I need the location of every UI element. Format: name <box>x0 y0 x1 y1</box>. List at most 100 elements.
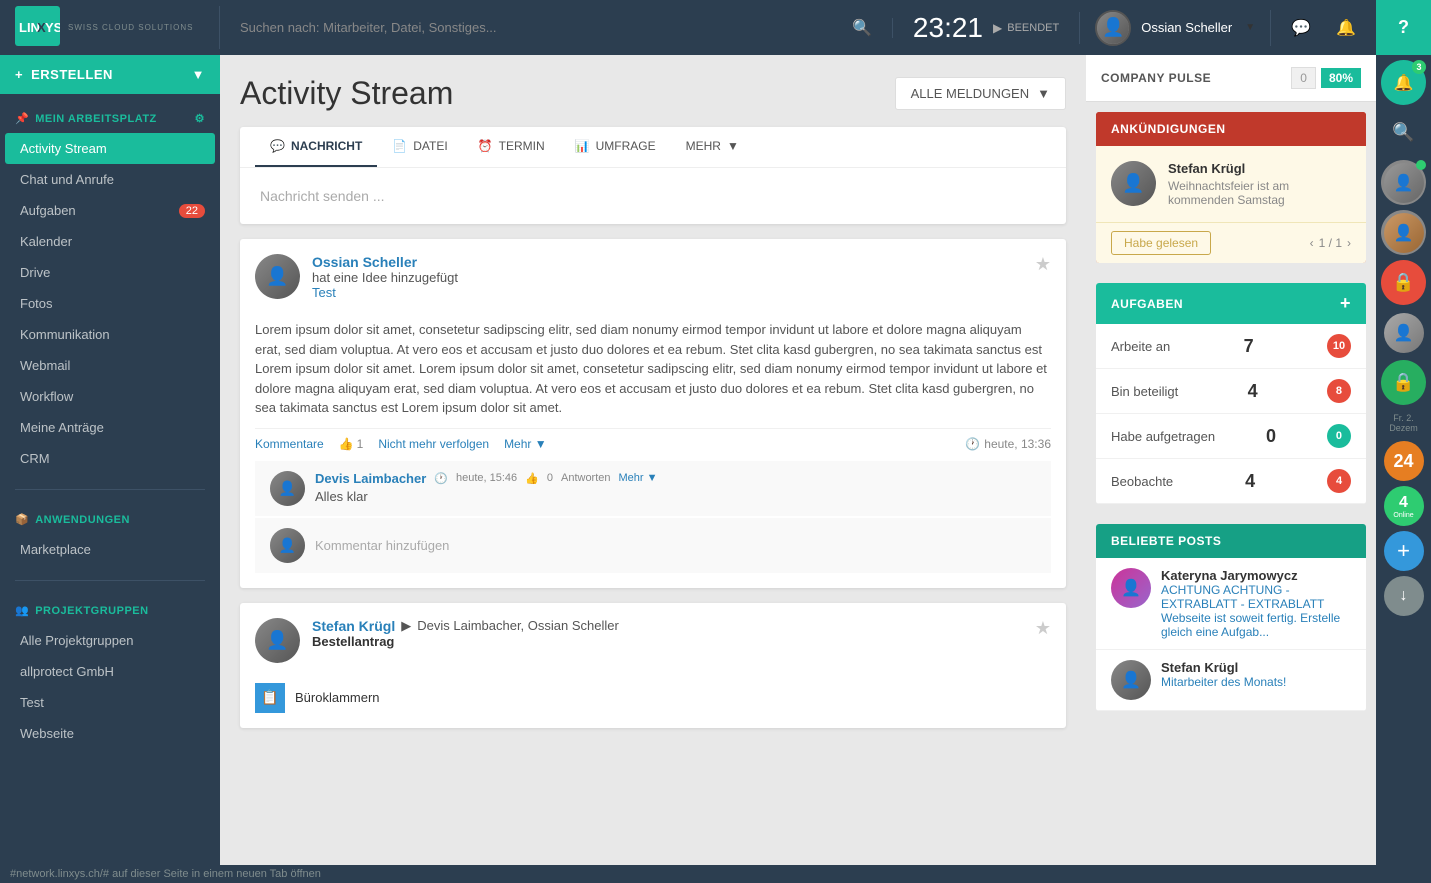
topnav-icons: 💬 🔔 <box>1271 13 1376 43</box>
sidebar-item-chat[interactable]: Chat und Anrufe <box>0 164 220 195</box>
comment-meta: Devis Laimbacher 🕐 heute, 15:46 👍 0 Antw… <box>315 471 1036 486</box>
pulse-bar: 0 80% <box>1291 67 1361 89</box>
sidebar-item-workflow[interactable]: Workflow <box>0 381 220 412</box>
beliebte-author-2[interactable]: Stefan Krügl <box>1161 660 1351 675</box>
my-workspace-title[interactable]: 📌 MEIN ARBEITSPLATZ ⚙ <box>0 104 220 133</box>
bell-icon[interactable]: 🔔 <box>1331 13 1361 43</box>
online-count-badge[interactable]: 4 Online <box>1384 486 1424 526</box>
tab-mehr[interactable]: MEHR ▼ <box>671 127 754 167</box>
download-button[interactable]: ↓ <box>1384 576 1424 616</box>
help-button[interactable]: ? <box>1376 0 1431 55</box>
ann-author[interactable]: Stefan Krügl <box>1168 161 1351 176</box>
tab-umfrage[interactable]: 📊 UMFRAGE <box>560 127 671 167</box>
sidebar-item-label: allprotect GmbH <box>20 664 114 679</box>
post-author-name-2[interactable]: Stefan Krügl <box>312 618 395 634</box>
chat-icon[interactable]: 💬 <box>1286 13 1316 43</box>
star-icon[interactable]: ★ <box>1035 254 1051 275</box>
ann-footer: Habe gelesen ‹ 1 / 1 › <box>1096 222 1366 263</box>
ann-text: Weihnachtsfeier ist am kommenden Samstag <box>1168 179 1351 207</box>
anwendungen-title[interactable]: 📦 ANWENDUNGEN <box>0 505 220 534</box>
gear-icon[interactable]: ⚙ <box>195 112 205 125</box>
tab-nachricht[interactable]: 💬 NACHRICHT <box>255 127 377 167</box>
my-workspace-section: 📌 MEIN ARBEITSPLATZ ⚙ Activity Stream Ch… <box>0 94 220 484</box>
next-icon[interactable]: › <box>1347 236 1351 250</box>
aufgaben-row-3[interactable]: Habe aufgetragen 0 0 <box>1096 414 1366 459</box>
aufgaben-count: 4 <box>1248 381 1258 402</box>
comments-link[interactable]: Kommentare <box>255 437 324 451</box>
sidebar-item-label: Webseite <box>20 726 74 741</box>
unfollow-link[interactable]: Nicht mehr verfolgen <box>378 437 489 451</box>
time-area: 23:21 ▶ BEENDET <box>893 12 1080 44</box>
ann-avatar-img: 👤 <box>1111 161 1156 206</box>
right-sidebar: COMPANY PULSE 0 80% ANKÜNDIGUNGEN 👤 Stef… <box>1086 55 1376 883</box>
calendar-day-badge[interactable]: 24 <box>1384 441 1424 481</box>
prev-icon[interactable]: ‹ <box>1310 236 1314 250</box>
post-action-text: hat eine Idee hinzugefügt <box>312 270 458 285</box>
beliebte-text-2[interactable]: Mitarbeiter des Monats! <box>1161 675 1351 689</box>
divider2 <box>15 580 205 581</box>
add-comment-row[interactable]: 👤 Kommentar hinzufügen <box>255 518 1051 573</box>
user-avatar-icon-3[interactable]: 👤 <box>1381 310 1426 355</box>
projektgruppen-title[interactable]: 👥 PROJEKTGRUPPEN <box>0 596 220 625</box>
user-area[interactable]: 👤 Ossian Scheller ▼ <box>1080 10 1271 46</box>
notification-bell-icon[interactable]: 🔔 3 <box>1381 60 1426 105</box>
sidebar-item-drive[interactable]: Drive <box>0 257 220 288</box>
sidebar-item-allprotect[interactable]: allprotect GmbH <box>0 656 220 687</box>
tab-datei[interactable]: 📄 DATEI <box>377 127 462 167</box>
filter-button[interactable]: ALLE MELDUNGEN ▼ <box>895 77 1066 110</box>
sidebar-item-activity-stream[interactable]: Activity Stream <box>5 133 215 164</box>
sidebar-item-kommunikation[interactable]: Kommunikation <box>0 319 220 350</box>
more-link[interactable]: Mehr ▼ <box>504 437 547 451</box>
search-icon[interactable]: 🔍 <box>852 18 872 38</box>
sidebar-item-kalender[interactable]: Kalender <box>0 226 220 257</box>
sidebar-item-webseite[interactable]: Webseite <box>0 718 220 749</box>
like-count[interactable]: 👍 1 <box>339 437 364 451</box>
add-button[interactable]: + <box>1384 531 1424 571</box>
online-label: Online <box>1393 512 1413 519</box>
aufgaben-row-1[interactable]: Arbeite an 7 10 <box>1096 324 1366 369</box>
post-author-name[interactable]: Ossian Scheller <box>312 254 417 270</box>
search-input[interactable] <box>240 20 842 35</box>
online-number: 4 <box>1399 494 1408 512</box>
aufgaben-row-4[interactable]: Beobachte 4 4 <box>1096 459 1366 504</box>
user-avatar-icon-2[interactable]: 👤 <box>1381 210 1426 255</box>
sidebar-item-crm[interactable]: CRM <box>0 443 220 474</box>
my-workspace-label: MEIN ARBEITSPLATZ <box>35 113 157 125</box>
sidebar-item-webmail[interactable]: Webmail <box>0 350 220 381</box>
reply-link[interactable]: Antworten <box>561 472 611 484</box>
status-label: BEENDET <box>1007 22 1059 34</box>
comment-text: Alles klar <box>315 489 1036 504</box>
comment-more-link[interactable]: Mehr ▼ <box>619 472 658 484</box>
search-icon[interactable]: 🔍 <box>1381 110 1426 155</box>
sidebar-item-aufgaben[interactable]: Aufgaben 22 <box>0 195 220 226</box>
beliebte-author-1[interactable]: Kateryna Jarymowycz <box>1161 568 1351 583</box>
apps-icon: 📦 <box>15 513 29 526</box>
sidebar-item-antraege[interactable]: Meine Anträge <box>0 412 220 443</box>
beliebte-text-1[interactable]: ACHTUNG ACHTUNG - EXTRABLATT - EXTRABLAT… <box>1161 583 1351 639</box>
lock-icon-2[interactable]: 🔒 <box>1381 360 1426 405</box>
comment-author[interactable]: Devis Laimbacher <box>315 471 426 486</box>
announcements-title: ANKÜNDIGUNGEN <box>1111 122 1226 136</box>
read-button[interactable]: Habe gelesen <box>1111 231 1211 255</box>
sidebar-item-fotos[interactable]: Fotos <box>0 288 220 319</box>
create-button[interactable]: + ERSTELLEN ▼ <box>0 55 220 94</box>
tab-termin[interactable]: ⏰ TERMIN <box>463 127 560 167</box>
plus-icon[interactable]: + <box>1340 293 1351 314</box>
message-input-area[interactable]: Nachricht senden ... <box>240 168 1066 224</box>
tab-label: MEHR <box>686 139 721 153</box>
pulse-title: COMPANY PULSE <box>1101 71 1211 85</box>
aufgaben-header: AUFGABEN + <box>1096 283 1366 324</box>
sidebar-item-test[interactable]: Test <box>0 687 220 718</box>
search-area[interactable]: 🔍 <box>220 18 893 38</box>
like-icon[interactable]: 👍 <box>525 472 539 485</box>
sidebar-item-marketplace[interactable]: Marketplace <box>0 534 220 565</box>
star-icon-2[interactable]: ★ <box>1035 618 1051 639</box>
aufgaben-badge: 4 <box>1327 469 1351 493</box>
add-comment-placeholder[interactable]: Kommentar hinzufügen <box>315 538 449 553</box>
aufgaben-row-2[interactable]: Bin beteiligt 4 8 <box>1096 369 1366 414</box>
lock-icon[interactable]: 🔒 <box>1381 260 1426 305</box>
sidebar-item-alle-projekte[interactable]: Alle Projektgruppen <box>0 625 220 656</box>
aufgaben-badge: 8 <box>1327 379 1351 403</box>
post-link[interactable]: Test <box>312 285 336 300</box>
user-avatar-icon-1[interactable]: 👤 <box>1381 160 1426 205</box>
